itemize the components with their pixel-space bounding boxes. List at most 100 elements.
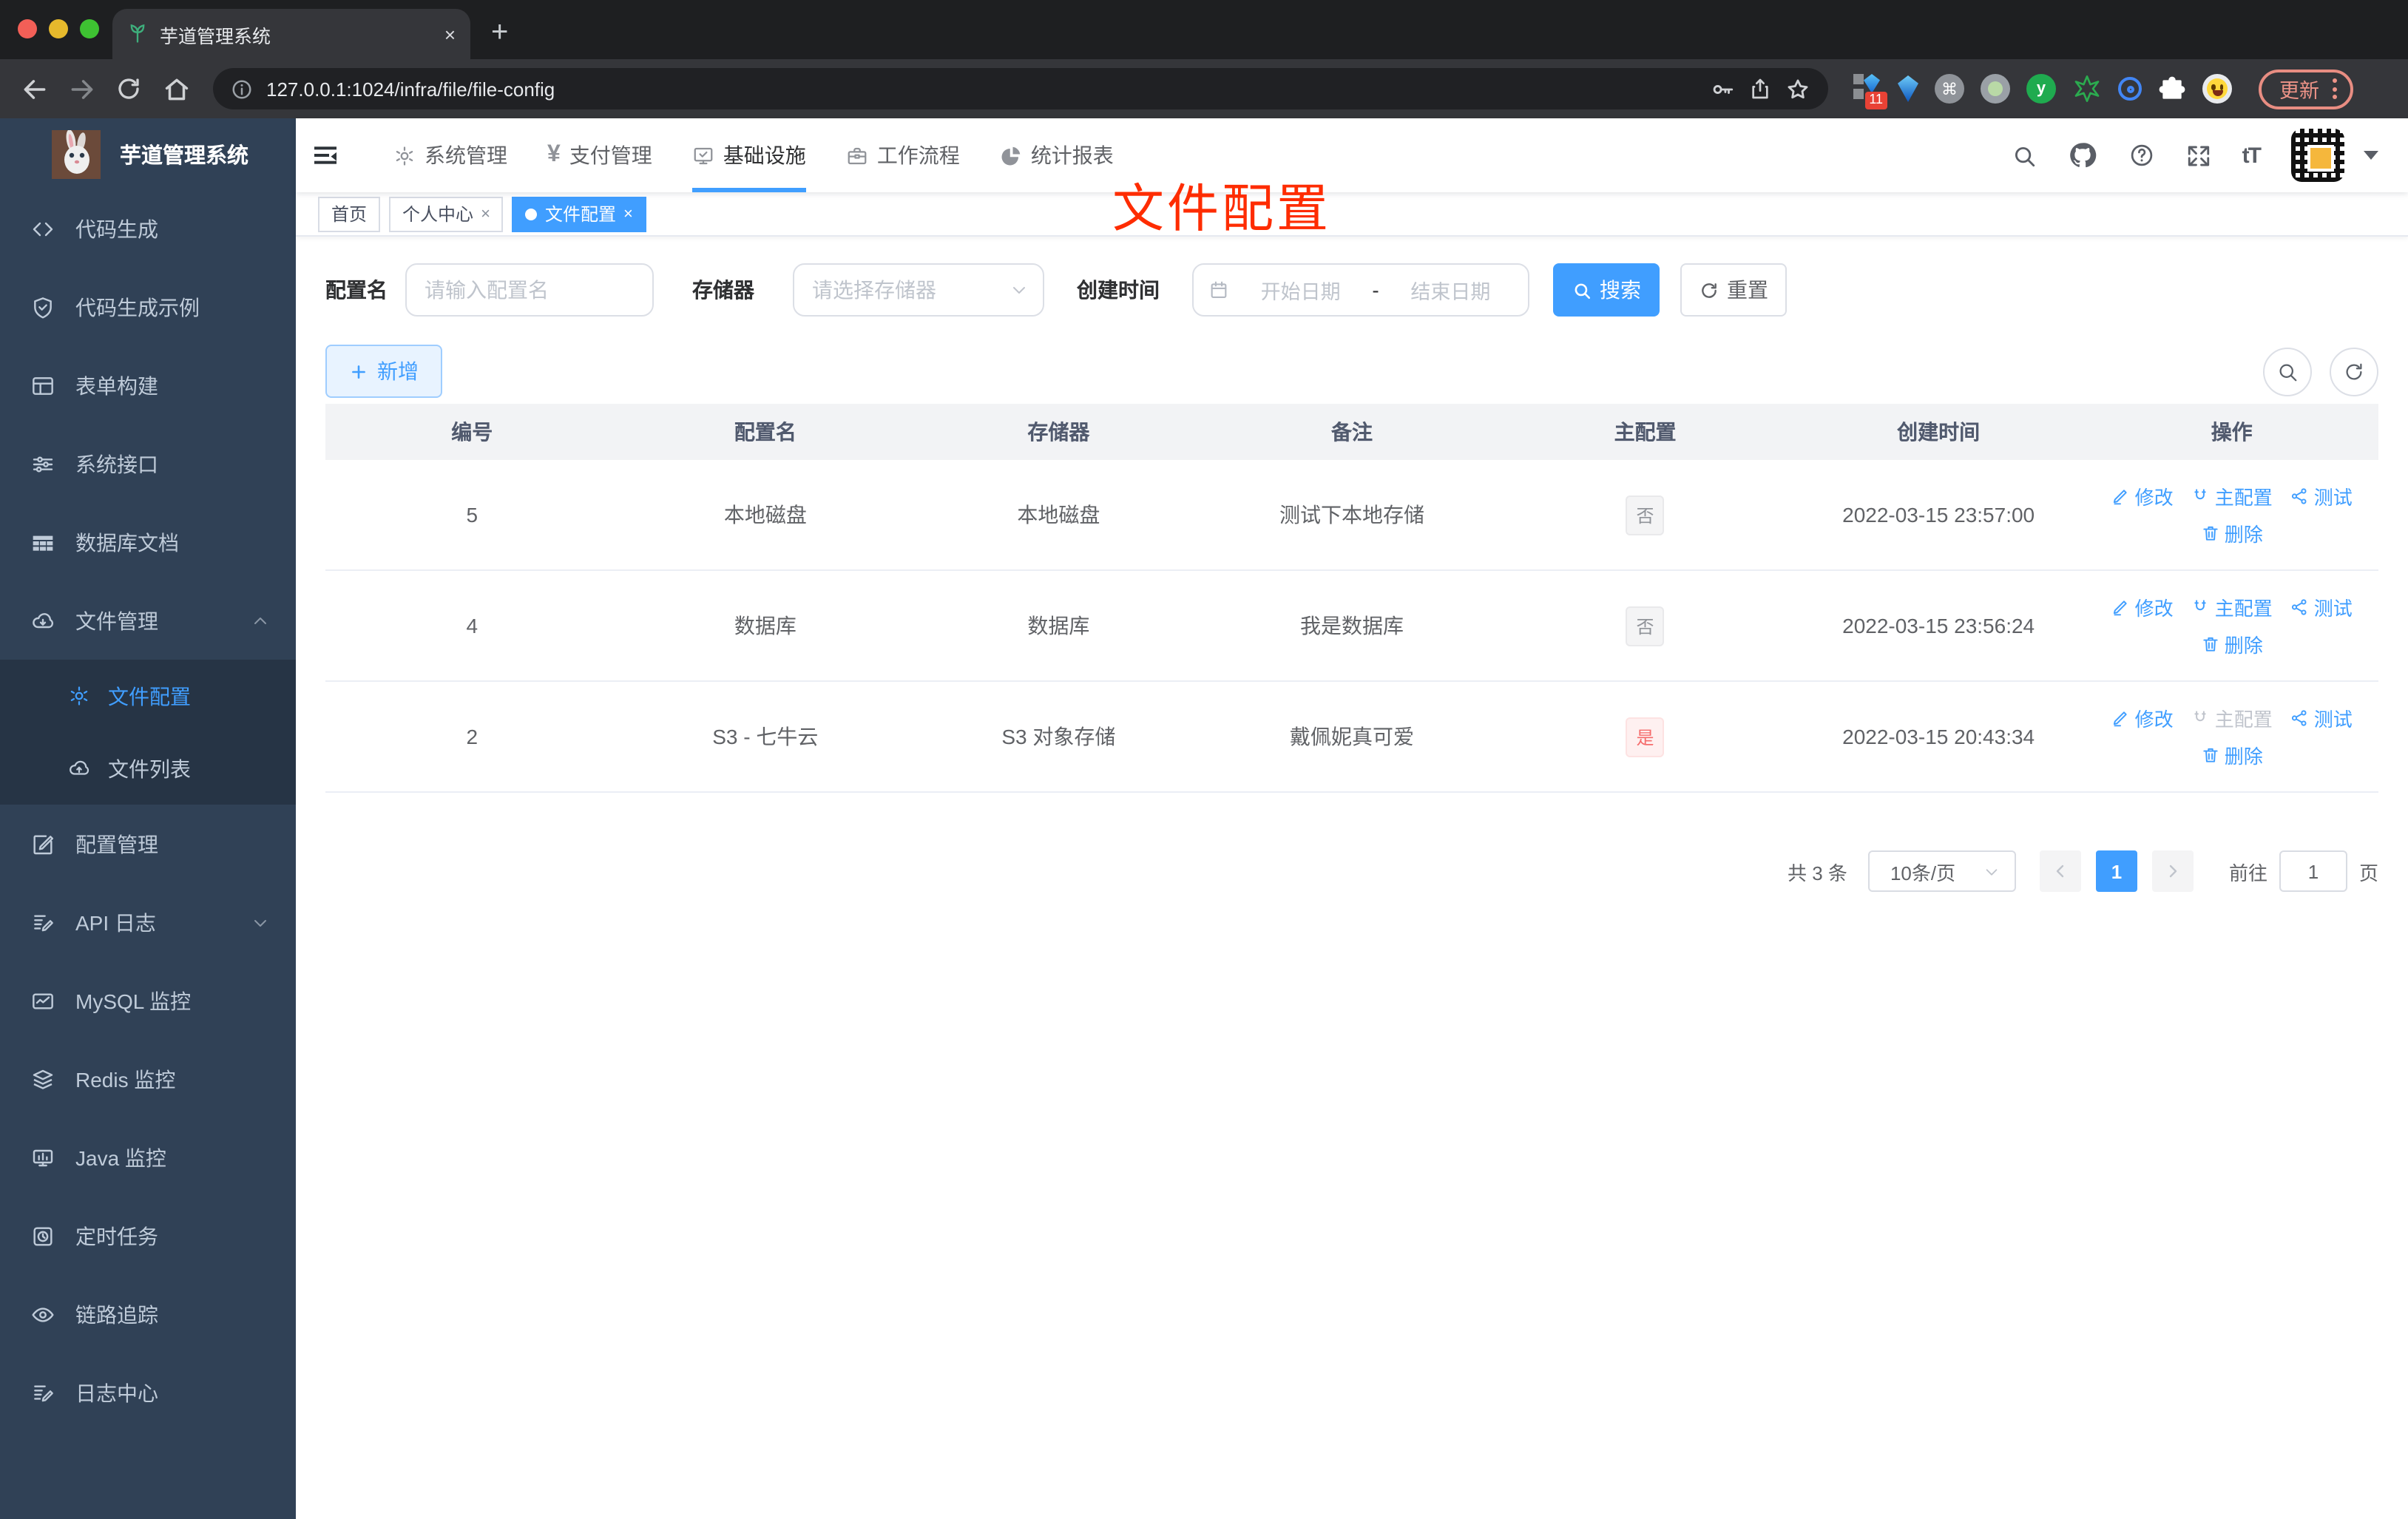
sidebar-item-java-monitor[interactable]: Java 监控 (0, 1118, 296, 1197)
fullscreen-icon[interactable] (2186, 143, 2211, 168)
sidebar-collapse-icon[interactable] (311, 141, 340, 170)
extension-icons: 11 ⌘ y (1852, 74, 2232, 109)
browser-update-button[interactable]: 更新 (2259, 69, 2353, 109)
add-button[interactable]: 新增 (325, 345, 442, 398)
forward-icon[interactable] (62, 70, 101, 108)
magnet-icon (2194, 600, 2207, 611)
page-size-select[interactable]: 10条/页 (1867, 850, 2016, 892)
zoom-window-button[interactable] (80, 19, 99, 38)
code-icon (33, 221, 53, 236)
date-range-picker[interactable]: 开始日期 - 结束日期 (1192, 263, 1529, 317)
sidebar-item-file-list[interactable]: 文件列表 (0, 732, 296, 805)
monitor-chart-icon (33, 1148, 53, 1166)
tag-profile[interactable]: 个人中心 × (389, 196, 504, 231)
edit-link[interactable]: 修改 (2111, 593, 2174, 621)
sidebar-item-file-management[interactable]: 文件管理 (0, 581, 296, 660)
test-link[interactable]: 测试 (2290, 593, 2353, 621)
start-date[interactable]: 开始日期 (1238, 275, 1363, 305)
browser-menu-icon[interactable] (2333, 78, 2337, 99)
sidebar-item-form-builder[interactable]: 表单构建 (0, 346, 296, 424)
browser-toolbar: 127.0.0.1:1024/infra/file/file-config 11… (0, 59, 2408, 118)
delete-link[interactable]: 删除 (2201, 741, 2263, 769)
sidebar-item-db-doc[interactable]: 数据库文档 (0, 503, 296, 581)
sidebar-item-config-management[interactable]: 配置管理 (0, 805, 296, 883)
tab-close-icon[interactable]: × (444, 23, 456, 45)
config-name-input[interactable] (405, 263, 654, 317)
goto-page-input[interactable] (2279, 850, 2347, 892)
nav-item-payment[interactable]: ¥ 支付管理 (547, 118, 652, 192)
storage-select[interactable]: 请选择存储器 (793, 263, 1044, 317)
sidebar-item-api-log[interactable]: API 日志 (0, 883, 296, 961)
extension-y-icon[interactable]: y (2026, 74, 2056, 104)
close-icon[interactable]: × (481, 205, 490, 223)
github-icon[interactable] (2068, 141, 2097, 170)
refresh-icon (2346, 362, 2362, 379)
test-link[interactable]: 测试 (2290, 704, 2353, 732)
master-config-link[interactable]: 主配置 (2191, 593, 2273, 621)
eye-icon (32, 1307, 54, 1322)
delete-link[interactable]: 删除 (2201, 630, 2263, 658)
sidebar-item-log-center[interactable]: 日志中心 (0, 1353, 296, 1432)
sidebar-item-code-example[interactable]: 代码生成示例 (0, 268, 296, 346)
page-number-button[interactable]: 1 (2095, 850, 2137, 892)
close-window-button[interactable] (18, 19, 37, 38)
test-link[interactable]: 测试 (2290, 482, 2353, 510)
sidebar-item-system-api[interactable]: 系统接口 (0, 424, 296, 503)
chevron-down-icon (1986, 868, 1998, 875)
extension-command-icon[interactable]: ⌘ (1935, 74, 1964, 104)
back-icon[interactable] (15, 70, 53, 108)
nav-item-system[interactable]: 系统管理 (393, 118, 507, 192)
reload-icon[interactable] (109, 70, 148, 108)
search-icon[interactable] (2012, 143, 2037, 168)
sidebar-item-redis-monitor[interactable]: Redis 监控 (0, 1040, 296, 1118)
delete-link[interactable]: 删除 (2201, 519, 2263, 547)
sidebar-item-tracing[interactable]: 链路追踪 (0, 1275, 296, 1353)
master-config-link[interactable]: 主配置 (2191, 482, 2273, 510)
extension-recorder-icon[interactable] (1981, 74, 2010, 104)
nav-item-infrastructure[interactable]: 基础设施 (691, 118, 806, 192)
cloud-upload-icon (70, 760, 89, 775)
avatar[interactable] (2291, 129, 2344, 182)
tag-file-config[interactable]: 文件配置 × (512, 196, 646, 231)
extension-swirl-icon[interactable] (2118, 77, 2142, 101)
bookmark-star-icon[interactable] (1785, 76, 1810, 101)
site-info-icon[interactable] (231, 78, 253, 100)
nav-item-workflow[interactable]: 工作流程 (846, 118, 960, 192)
prev-page-button[interactable] (2039, 850, 2081, 892)
table-search-toggle-button[interactable] (2263, 347, 2312, 396)
calendar-icon (1211, 281, 1227, 298)
help-icon[interactable] (2128, 142, 2155, 169)
share-nodes-icon (2292, 488, 2307, 504)
share-icon[interactable] (1748, 77, 1772, 101)
edit-link[interactable]: 修改 (2111, 482, 2174, 510)
extension-puzzle-icon[interactable] (2158, 75, 2186, 103)
font-size-icon[interactable]: tT (2242, 143, 2262, 168)
address-bar[interactable]: 127.0.0.1:1024/infra/file/file-config (213, 68, 1828, 109)
new-tab-button[interactable]: + (491, 16, 508, 50)
extension-grid-icon[interactable]: 11 (1852, 74, 1887, 109)
filter-form: 配置名 存储器 请选择存储器 创建时间 开始日期 - 结束日期 (325, 263, 2378, 317)
close-icon[interactable]: × (623, 205, 633, 223)
sidebar-item-scheduled-tasks[interactable]: 定时任务 (0, 1197, 296, 1275)
extension-star-icon[interactable] (2072, 74, 2102, 104)
password-key-icon[interactable] (1710, 76, 1735, 101)
sidebar-item-mysql-monitor[interactable]: MySQL 监控 (0, 961, 296, 1040)
window-controls[interactable] (18, 19, 99, 38)
next-page-button[interactable] (2151, 850, 2194, 892)
edit-link[interactable]: 修改 (2111, 704, 2174, 732)
goto-label: 前往 (2228, 862, 2267, 884)
reset-button[interactable]: 重置 (1680, 263, 1787, 317)
extension-emoji-icon[interactable] (2202, 74, 2232, 104)
table-refresh-button[interactable] (2330, 347, 2378, 396)
browser-tab[interactable]: 芋道管理系统 × (112, 9, 470, 59)
tag-home[interactable]: 首页 (318, 196, 381, 231)
nav-item-reports[interactable]: 统计报表 (1000, 118, 1114, 192)
end-date[interactable]: 结束日期 (1388, 275, 1513, 305)
home-icon[interactable] (157, 70, 195, 108)
extension-gem-icon[interactable] (1898, 75, 1918, 102)
sidebar-item-file-config[interactable]: 文件配置 (0, 660, 296, 732)
search-button[interactable]: 搜索 (1553, 263, 1660, 317)
minimize-window-button[interactable] (49, 19, 68, 38)
sidebar-item-code-generation[interactable]: 代码生成 (0, 189, 296, 268)
avatar-caret-icon[interactable] (2364, 151, 2378, 160)
